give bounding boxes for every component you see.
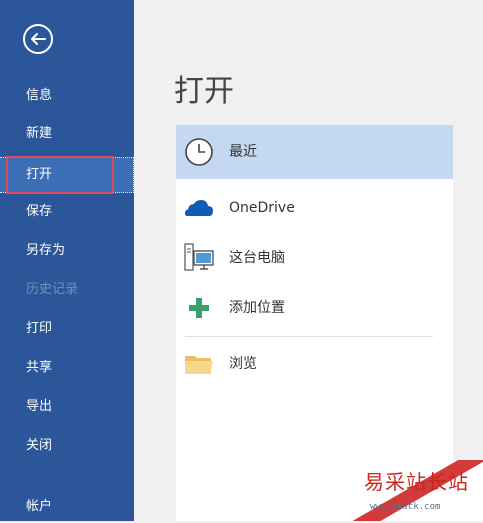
folder-icon bbox=[185, 356, 213, 374]
location-label: OneDrive bbox=[229, 200, 295, 216]
back-arrow-icon bbox=[31, 33, 46, 45]
location-recent[interactable]: 最近 bbox=[176, 125, 453, 179]
computer-icon bbox=[184, 243, 214, 271]
nav-item-print[interactable]: 打印 bbox=[0, 313, 134, 345]
page-title: 打开 bbox=[174, 74, 234, 109]
nav-item-save[interactable]: 保存 bbox=[0, 196, 134, 228]
nav-item-close[interactable]: 关闭 bbox=[0, 430, 134, 462]
nav-item-info[interactable]: 信息 bbox=[0, 80, 134, 112]
nav-item-open[interactable]: 打开 bbox=[0, 157, 134, 193]
nav-item-share[interactable]: 共享 bbox=[0, 352, 134, 384]
back-button[interactable] bbox=[23, 24, 53, 54]
nav-item-account[interactable]: 帐户 bbox=[0, 491, 134, 523]
location-browse[interactable]: 浏览 bbox=[176, 337, 453, 391]
watermark-logo: 易采站长站 www.easck.com bbox=[344, 460, 483, 521]
location-label: 浏览 bbox=[229, 356, 257, 372]
nav-item-save-as[interactable]: 另存为 bbox=[0, 235, 134, 267]
watermark-url: www.easck.com bbox=[370, 502, 441, 512]
nav-item-new[interactable]: 新建 bbox=[0, 118, 134, 150]
location-label: 这台电脑 bbox=[229, 250, 285, 266]
location-label: 最近 bbox=[229, 144, 257, 160]
backstage-sidebar: 信息 新建 打开 保存 另存为 历史记录 打印 共享 导出 关闭 帐户 bbox=[0, 0, 134, 521]
location-onedrive[interactable]: OneDrive bbox=[176, 181, 453, 235]
clock-icon bbox=[185, 138, 213, 166]
nav-item-export[interactable]: 导出 bbox=[0, 391, 134, 423]
backstage-main: 打开 最近 OneDrive 这台电脑 添加位置 浏览 bbox=[134, 0, 483, 521]
location-add-place[interactable]: 添加位置 bbox=[176, 281, 453, 335]
nav-item-history: 历史记录 bbox=[26, 282, 79, 297]
plus-icon bbox=[189, 298, 209, 318]
watermark-title: 易采站长站 bbox=[364, 470, 469, 494]
location-label: 添加位置 bbox=[229, 300, 285, 316]
cloud-icon bbox=[185, 200, 213, 216]
location-this-pc[interactable]: 这台电脑 bbox=[176, 231, 453, 285]
